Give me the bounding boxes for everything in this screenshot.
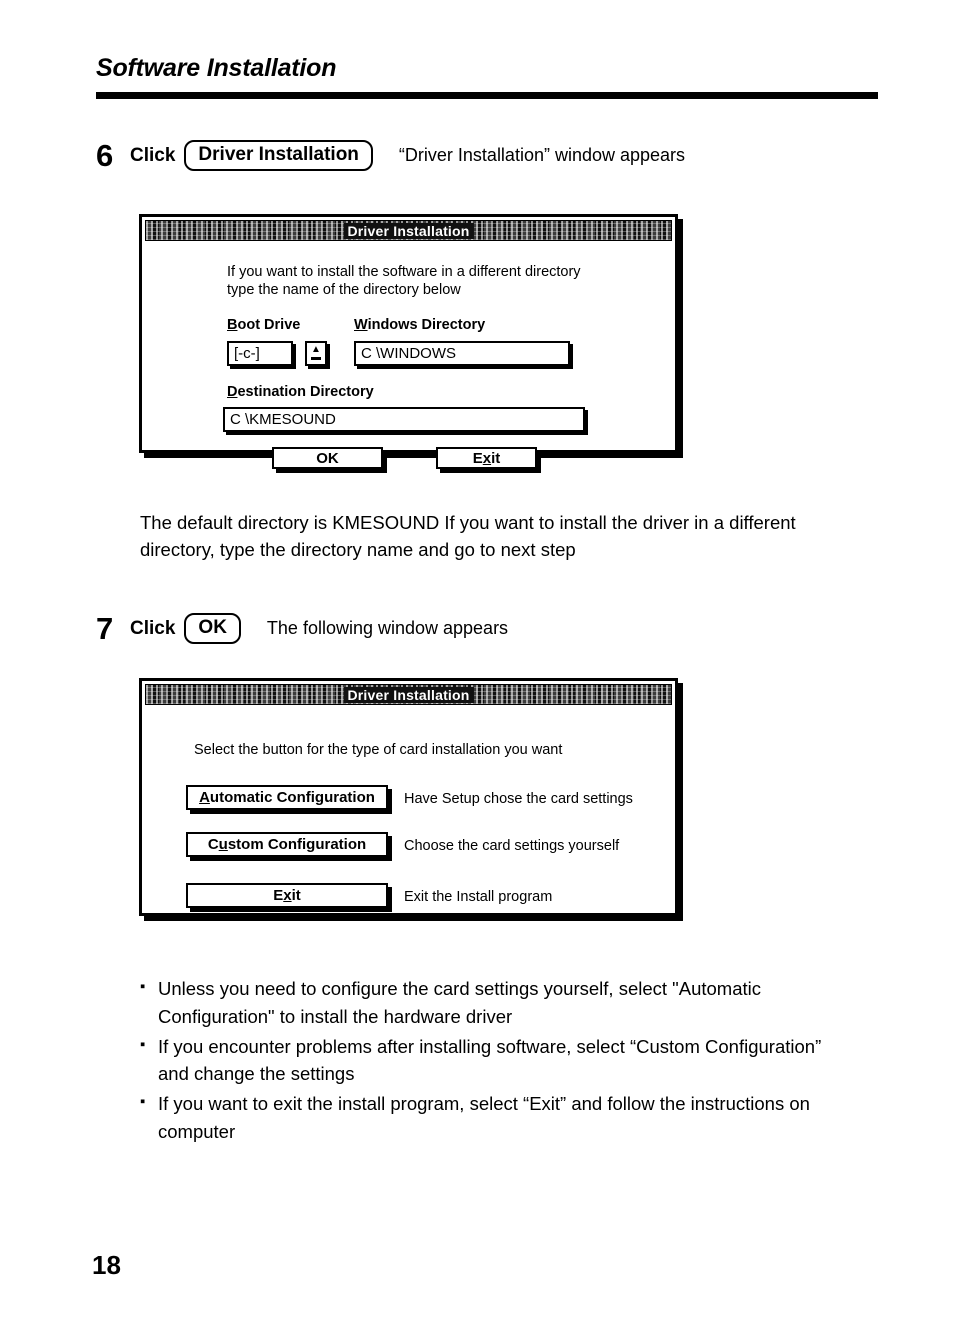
default-directory-paragraph-line-2: directory, type the directory name and g… [140,538,576,560]
dialog1-body: If you want to install the software in a… [142,241,675,469]
automatic-configuration-accel: A [199,789,210,806]
boot-drive-label: Boot Drive [227,317,300,333]
destination-directory-label-rest: estination Directory [237,384,374,400]
spinner-down-icon: ▬ [311,351,321,363]
exit-accel: x [283,887,292,904]
windows-directory-label-rest: indows Directory [367,317,486,333]
exit-pre: E [273,887,284,904]
list-item-line-2: and change the settings [158,1063,355,1085]
dialog2-body: Select the button for the type of card i… [142,705,675,915]
step-6: 6 Click Driver Installation “Driver Inst… [96,140,685,171]
step-6-button-driver-installation[interactable]: Driver Installation [184,140,373,171]
dialog1-exit-pre: E [472,449,483,467]
dialog2-titlebar[interactable]: Driver Installation [145,684,672,705]
header-rule [96,92,878,99]
list-item-line-2: Configuration" to install the hardware d… [158,1005,513,1027]
step-7-verb: Click [130,617,176,639]
list-item-line-1: If you encounter problems after installi… [158,1035,822,1057]
destination-directory-label: Destination Directory [227,384,374,400]
list-item-text: If you want to exit the install program,… [158,1090,885,1146]
dialog2-instruction: Select the button for the type of card i… [194,742,563,758]
dialog1-ok-button[interactable]: OK [272,447,383,469]
dialog1-exit-button[interactable]: Ex it [436,447,537,469]
windows-directory-input[interactable]: C \WINDOWS [354,341,570,366]
boot-drive-label-accel: B [227,317,238,333]
boot-drive-label-rest: oot Drive [237,317,301,333]
default-directory-paragraph-line-1: The default directory is KMESOUND If you… [140,512,796,533]
custom-configuration-accel: u [218,836,228,853]
custom-configuration-button[interactable]: Cu stom Configuration [186,832,388,857]
step-7-number: 7 [96,611,114,646]
exit-button[interactable]: Ex it [186,883,388,908]
list-item: ▪ Unless you need to configure the card … [140,975,885,1031]
list-item-line-1: If you want to exit the install program,… [158,1093,810,1114]
page-number: 18 [92,1250,121,1280]
bullet-icon: ▪ [140,1093,146,1110]
automatic-configuration-button[interactable]: Automatic Configuration [186,785,388,810]
page-title: Software Installation [96,54,337,82]
step-7-button-ok[interactable]: OK [184,613,241,644]
exit-description: Exit the Install program [404,889,553,905]
notes-list: ▪ Unless you need to configure the card … [140,975,885,1148]
exit-post: it [291,887,301,904]
windows-directory-label: Windows Directory [354,317,485,333]
destination-directory-label-accel: D [227,384,238,400]
list-item: ▪ If you encounter problems after instal… [140,1033,885,1089]
destination-directory-input[interactable]: C \KMESOUND [223,407,585,432]
step-7: 7 Click OK The following window appears [96,613,508,644]
list-item-text: If you encounter problems after installi… [158,1033,885,1089]
list-item-line-2: computer [158,1120,236,1142]
list-item-text: Unless you need to configure the card se… [158,975,885,1031]
boot-drive-spinner[interactable]: ▲ ▬ [305,341,327,366]
dialog-driver-installation-card-type[interactable]: Driver Installation Select the button fo… [139,678,678,916]
step-6-number: 6 [96,138,114,173]
automatic-configuration-description: Have Setup chose the card settings [404,791,633,807]
dialog-driver-installation-directory[interactable]: Driver Installation If you want to insta… [139,214,678,469]
bullet-icon: ▪ [140,978,146,995]
list-item-line-1: Unless you need to configure the card se… [158,978,761,999]
dialog1-titlebar[interactable]: Driver Installation [145,220,672,241]
step-7-note: The following window appears [266,618,509,638]
list-item: ▪ If you want to exit the install progra… [140,1090,885,1146]
dialog1-exit-post: it [491,449,501,467]
dialog1-instruction-line-1: If you want to install the software in a… [227,264,581,280]
automatic-configuration-post: utomatic Configuration [209,789,375,806]
boot-drive-combo[interactable]: [-c-] [227,341,293,366]
step-6-verb: Click [130,144,176,166]
dialog1-exit-accel: x [482,449,492,467]
step-6-note: “Driver Installation” window appears [398,145,686,165]
dialog1-title: Driver Installation [343,222,474,239]
default-directory-paragraph: The default directory is KMESOUND If you… [140,510,885,564]
dialog1-instruction-line-2: type the name of the directory below [227,282,461,298]
windows-directory-label-accel: W [354,317,368,333]
custom-configuration-description: Choose the card settings yourself [404,838,620,854]
document-page: Software Installation 6 Click Driver Ins… [0,0,954,1317]
bullet-icon: ▪ [140,1035,146,1053]
custom-configuration-pre: C [207,836,219,853]
dialog2-title: Driver Installation [343,686,474,703]
custom-configuration-post: stom Configuration [227,836,367,853]
